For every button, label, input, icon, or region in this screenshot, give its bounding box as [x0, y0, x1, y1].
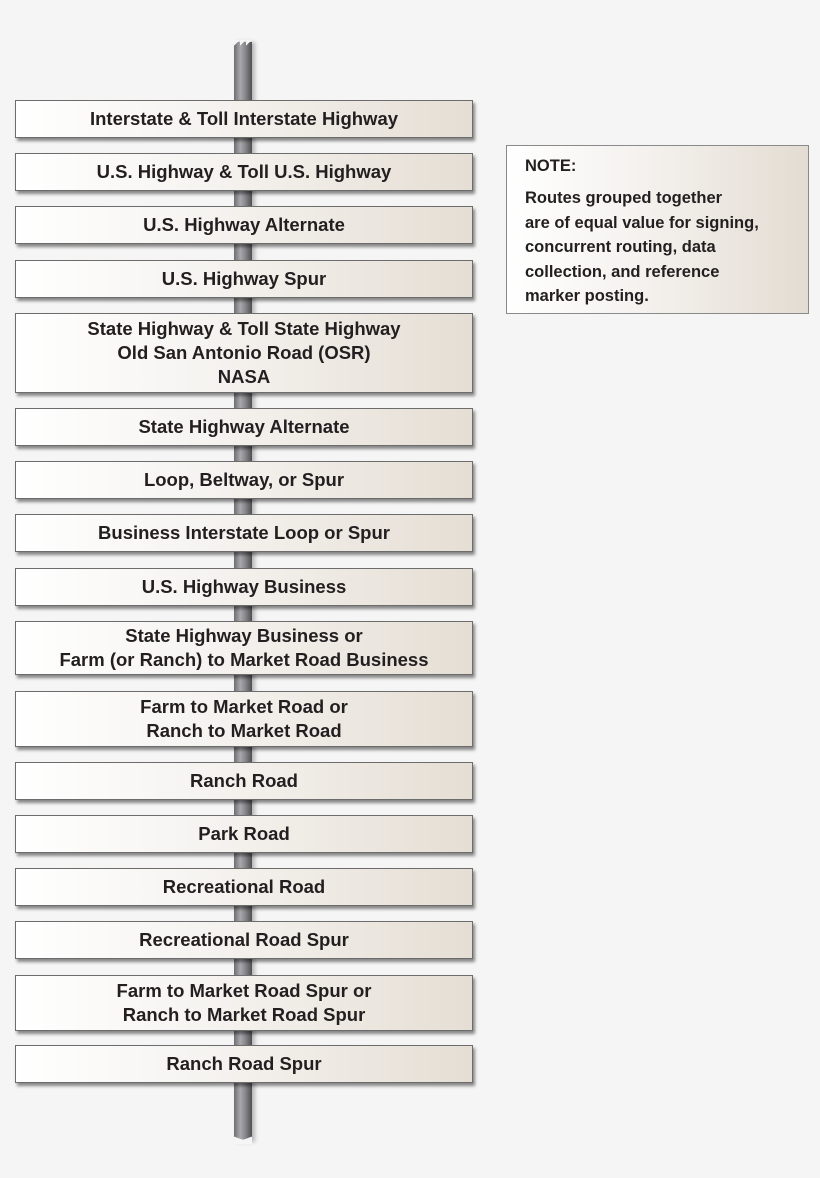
route-sign: U.S. Highway & Toll U.S. Highway	[15, 153, 473, 191]
route-sign: Business Interstate Loop or Spur	[15, 514, 473, 552]
note-box: NOTE: Routes grouped together are of equ…	[506, 145, 809, 314]
route-sign-label: U.S. Highway Spur	[161, 268, 327, 289]
route-sign: Farm to Market Road Spur or Ranch to Mar…	[15, 975, 473, 1031]
route-sign: Recreational Road Spur	[15, 921, 473, 959]
route-sign-label: State Highway Business or	[125, 625, 363, 646]
route-sign-label: Park Road	[198, 823, 290, 844]
route-sign-label: State Highway & Toll State Highway	[87, 318, 401, 339]
route-sign-label: Ranch to Market Road	[146, 720, 342, 741]
route-sign: Loop, Beltway, or Spur	[15, 461, 473, 499]
route-sign-label: Business Interstate Loop or Spur	[98, 522, 390, 543]
route-sign: U.S. Highway Business	[15, 568, 473, 606]
note-line: are of equal value for signing,	[525, 213, 759, 232]
route-sign-label: Old San Antonio Road (OSR)	[117, 342, 371, 363]
route-sign-label: Farm to Market Road Spur or	[116, 980, 372, 1001]
route-sign-label: Ranch to Market Road Spur	[122, 1004, 366, 1025]
route-sign: Farm to Market Road or Ranch to Market R…	[15, 691, 473, 747]
note-line: marker posting.	[525, 287, 649, 305]
note-title: NOTE:	[525, 157, 577, 175]
pole-bottom-break	[234, 1134, 252, 1144]
route-sign: Interstate & Toll Interstate Highway	[15, 100, 473, 138]
route-sign-label: Ranch Road Spur	[166, 1053, 322, 1074]
route-sign: U.S. Highway Alternate	[15, 206, 473, 244]
route-sign: State Highway Business or Farm (or Ranch…	[15, 621, 473, 675]
route-sign-label: Ranch Road	[190, 770, 298, 791]
route-sign-label: Farm to Market Road or	[140, 696, 348, 717]
route-sign: State Highway Alternate	[15, 408, 473, 446]
route-sign: State Highway & Toll State Highway Old S…	[15, 313, 473, 393]
route-sign-label: U.S. Highway & Toll U.S. Highway	[96, 161, 392, 182]
route-sign-label: State Highway Alternate	[138, 416, 350, 437]
note-line: concurrent routing, data	[525, 238, 716, 256]
pole-top-break	[234, 40, 252, 46]
note-line: collection, and reference	[525, 262, 720, 281]
route-sign-label: Recreational Road	[162, 876, 326, 897]
route-sign: U.S. Highway Spur	[15, 260, 473, 298]
route-sign: Park Road	[15, 815, 473, 853]
route-sign: Recreational Road	[15, 868, 473, 906]
route-sign-label: U.S. Highway Business	[141, 576, 347, 597]
note-line: Routes grouped together	[525, 189, 723, 207]
route-sign-label: Farm (or Ranch) to Market Road Business	[59, 649, 429, 670]
route-sign-label: Recreational Road Spur	[139, 929, 349, 950]
route-sign-label: NASA	[217, 366, 271, 387]
route-sign-label: Loop, Beltway, or Spur	[143, 469, 345, 490]
route-sign: Ranch Road Spur	[15, 1045, 473, 1083]
route-sign: Ranch Road	[15, 762, 473, 800]
route-sign-label: Interstate & Toll Interstate Highway	[89, 108, 399, 129]
route-sign-label: U.S. Highway Alternate	[143, 214, 345, 235]
